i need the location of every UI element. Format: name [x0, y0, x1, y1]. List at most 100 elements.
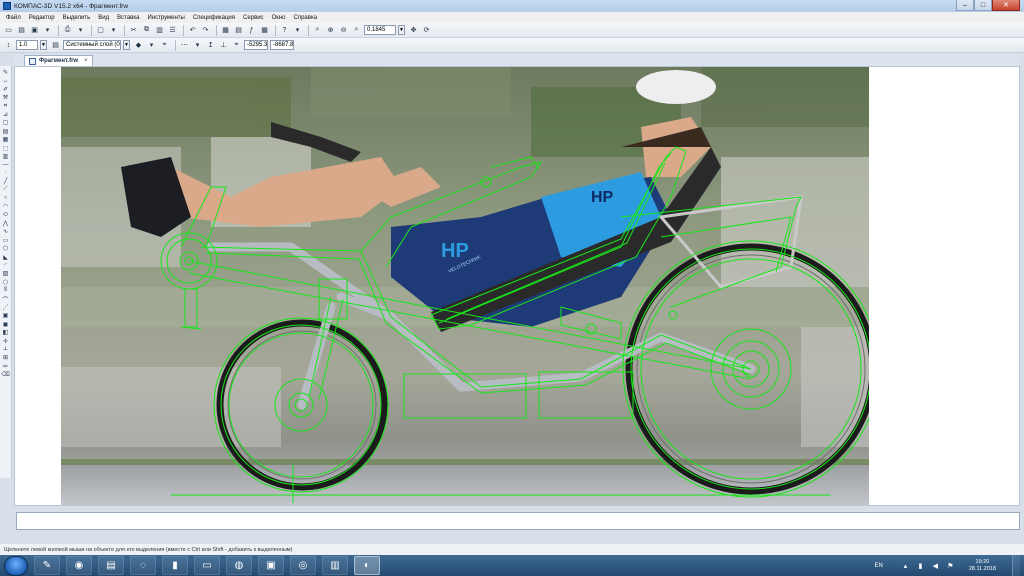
refresh-icon[interactable]: ⟳ — [421, 25, 432, 36]
fillet-icon[interactable]: ◜ — [1, 262, 10, 269]
coord-y-field[interactable]: -8687.8 — [270, 40, 294, 50]
insert-icon[interactable]: ⬚ — [1, 145, 10, 152]
taskbar-folder-icon[interactable]: ▥ — [322, 556, 348, 575]
taskbar-app3-icon[interactable]: ◐ — [354, 556, 380, 575]
brush-icon[interactable]: ✏ — [1, 363, 10, 370]
equidistant-icon[interactable]: ⫴ — [1, 287, 10, 294]
undo-icon[interactable]: ↶ — [187, 25, 198, 36]
eraser-icon[interactable]: ⌫ — [1, 371, 10, 378]
taskbar-document-icon[interactable]: ▤ — [98, 556, 124, 575]
auto-line-icon[interactable]: ⟂ — [1, 346, 10, 353]
reports-icon[interactable]: ▦ — [1, 136, 10, 143]
arc-icon[interactable]: ◠ — [1, 203, 10, 210]
select-icon[interactable]: ▢ — [1, 119, 10, 126]
copy-icon[interactable]: ⧉ — [141, 25, 152, 36]
grid-dropdown-icon[interactable]: ▾ — [192, 40, 203, 51]
cut-icon[interactable]: ✂ — [128, 25, 139, 36]
open-folder-icon[interactable]: ▤ — [16, 25, 27, 36]
library-icon[interactable]: ▤ — [233, 25, 244, 36]
menu-editor[interactable]: Редактор — [29, 15, 55, 21]
ellipse-icon[interactable]: ⬭ — [1, 212, 10, 219]
drawing-canvas[interactable]: HP HP VELOTECHNIK — [14, 66, 1020, 506]
manager-icon[interactable]: ▦ — [220, 25, 231, 36]
save-icon[interactable]: ▣ — [29, 25, 40, 36]
menu-specification[interactable]: Спецификация — [193, 15, 235, 21]
preview-dropdown-icon[interactable]: ▾ — [108, 25, 119, 36]
taskbar-explorer-icon[interactable]: ▭ — [194, 556, 220, 575]
taskbar-viewer-icon[interactable]: ▣ — [258, 556, 284, 575]
menu-window[interactable]: Окно — [272, 15, 286, 21]
menu-select[interactable]: Выделить — [63, 15, 91, 21]
polygon-icon[interactable]: ⬡ — [1, 245, 10, 252]
contour-icon[interactable]: ⬠ — [1, 279, 10, 286]
spec-icon[interactable]: ▤ — [1, 128, 10, 135]
axis-icon[interactable]: ✛ — [1, 338, 10, 345]
chamfer-icon[interactable]: ◣ — [1, 254, 10, 261]
tray-expand-icon[interactable]: ▴ — [901, 561, 910, 570]
zoom-field[interactable]: 0.1845 — [364, 25, 396, 35]
local-cs-icon[interactable]: ↥ — [205, 40, 216, 51]
property-panel[interactable] — [16, 512, 1020, 530]
polyline-icon[interactable]: ⋀ — [1, 220, 10, 227]
redo-icon[interactable]: ↷ — [200, 25, 211, 36]
menu-help[interactable]: Справка — [294, 15, 318, 21]
help-dropdown-icon[interactable]: ▾ — [292, 25, 303, 36]
sheet-metal-icon[interactable]: ▥ — [1, 153, 10, 160]
coord-x-field[interactable]: -5295.3 — [244, 40, 268, 50]
segment-icon[interactable]: ⟋ — [1, 186, 10, 193]
tab-close-icon[interactable]: × — [84, 58, 88, 64]
clock[interactable]: 19:20 28.11.2018 — [969, 559, 996, 573]
taskbar-chrome-icon[interactable]: ◉ — [66, 556, 92, 575]
minimize-button[interactable]: – — [956, 0, 974, 11]
notation-icon[interactable]: ✐ — [1, 86, 10, 93]
show-desktop-button[interactable] — [1012, 555, 1020, 576]
curve-icon[interactable]: ⌒ — [1, 296, 10, 304]
variables-icon[interactable]: ƒ — [246, 25, 257, 36]
zoom-in-icon[interactable]: ⊕ — [325, 25, 336, 36]
menu-file[interactable]: Файл — [6, 15, 21, 21]
language-indicator[interactable]: EN — [875, 563, 883, 569]
layer-dropdown-icon[interactable]: ▼ — [123, 40, 130, 50]
pan-icon[interactable]: ✥ — [408, 25, 419, 36]
rectangle-icon[interactable]: ▭ — [1, 237, 10, 244]
step-field[interactable]: 1.0 — [16, 40, 38, 50]
layer-field[interactable]: Системный слой (0) — [63, 40, 121, 50]
taskbar-kompas-icon[interactable]: ◍ — [226, 556, 252, 575]
editing-icon[interactable]: ⚒ — [1, 94, 10, 101]
maximize-button[interactable]: □ — [974, 0, 992, 11]
network-icon[interactable]: ▮ — [916, 561, 925, 570]
taskbar-media-icon[interactable]: ▮ — [162, 556, 188, 575]
hatch-icon[interactable]: ▨ — [1, 270, 10, 277]
taskbar-app2-icon[interactable]: ◎ — [290, 556, 316, 575]
dimensions-icon[interactable]: ↔ — [1, 77, 10, 84]
zoom-window-icon[interactable]: ⌕ — [312, 25, 323, 36]
cursor-icon[interactable]: ⌖ — [231, 40, 242, 51]
help-icon[interactable]: ? — [279, 25, 290, 36]
table-icon[interactable]: ▦ — [259, 25, 270, 36]
paste-icon[interactable]: ▥ — [154, 25, 165, 36]
save-dropdown-icon[interactable]: ▾ — [42, 25, 53, 36]
gradient-icon[interactable]: ◧ — [1, 329, 10, 336]
zoom-out-icon[interactable]: ⊖ — [338, 25, 349, 36]
properties-icon[interactable]: ☰ — [167, 25, 178, 36]
circle-icon[interactable]: ○ — [1, 195, 10, 202]
start-button[interactable] — [4, 555, 28, 576]
volume-icon[interactable]: ◀ — [931, 561, 940, 570]
zoom-dropdown-icon[interactable]: ▼ — [398, 25, 405, 35]
tab-fragment[interactable]: Фрагмент.frw × — [24, 55, 93, 66]
point-icon[interactable]: · — [1, 170, 10, 177]
fill-icon[interactable]: ◼ — [1, 321, 10, 328]
print-preview-icon[interactable]: ▢ — [95, 25, 106, 36]
macro-icon[interactable]: ▣ — [1, 312, 10, 319]
new-document-icon[interactable]: ▭ — [3, 25, 14, 36]
print-dropdown-icon[interactable]: ▾ — [75, 25, 86, 36]
measure-icon[interactable]: ⊿ — [1, 111, 10, 118]
menu-tools[interactable]: Инструменты — [147, 15, 184, 21]
menu-insert[interactable]: Вставка — [117, 15, 139, 21]
parametrization-icon[interactable]: ⌗ — [1, 103, 10, 110]
step-dropdown-icon[interactable]: ▼ — [40, 40, 47, 50]
print-icon[interactable]: ⎙ — [62, 25, 73, 36]
taskbar-app-icon[interactable]: ◌ — [130, 556, 156, 575]
close-button[interactable]: ✕ — [992, 0, 1020, 11]
offset-icon[interactable]: ⋰ — [1, 304, 10, 311]
